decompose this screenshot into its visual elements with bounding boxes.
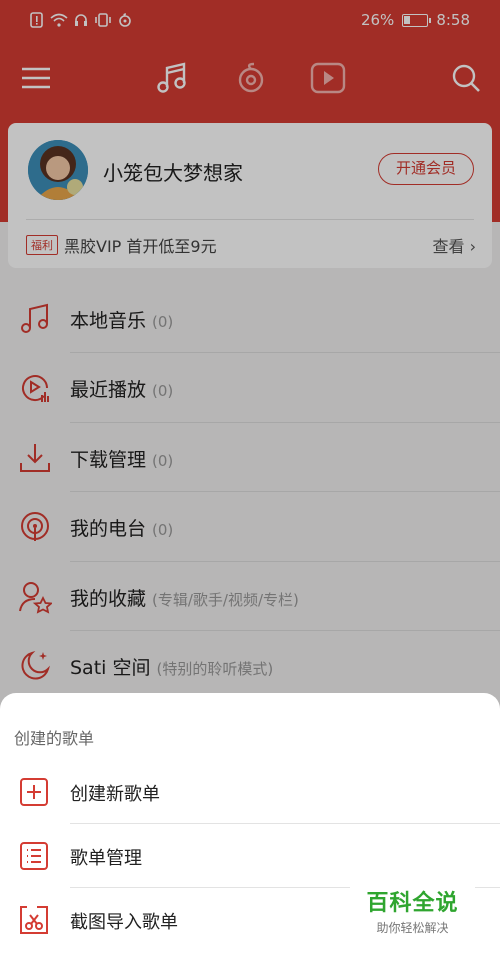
screenshot-import-icon bbox=[20, 906, 48, 934]
create-playlist-item[interactable]: 创建新歌单 bbox=[0, 760, 500, 824]
sheet-item-label: 创建新歌单 bbox=[70, 784, 160, 805]
watermark-title: 百科全说 bbox=[366, 891, 459, 916]
sheet-item-label: 截图导入歌单 bbox=[70, 912, 178, 933]
watermark: 百科全说 助你轻松解决 bbox=[350, 877, 475, 939]
sheet-title: 创建的歌单 bbox=[14, 729, 95, 748]
watermark-subtitle: 助你轻松解决 bbox=[376, 921, 449, 935]
add-box-icon bbox=[20, 778, 48, 806]
sheet-item-label: 歌单管理 bbox=[70, 848, 142, 869]
list-manage-icon bbox=[20, 842, 48, 870]
